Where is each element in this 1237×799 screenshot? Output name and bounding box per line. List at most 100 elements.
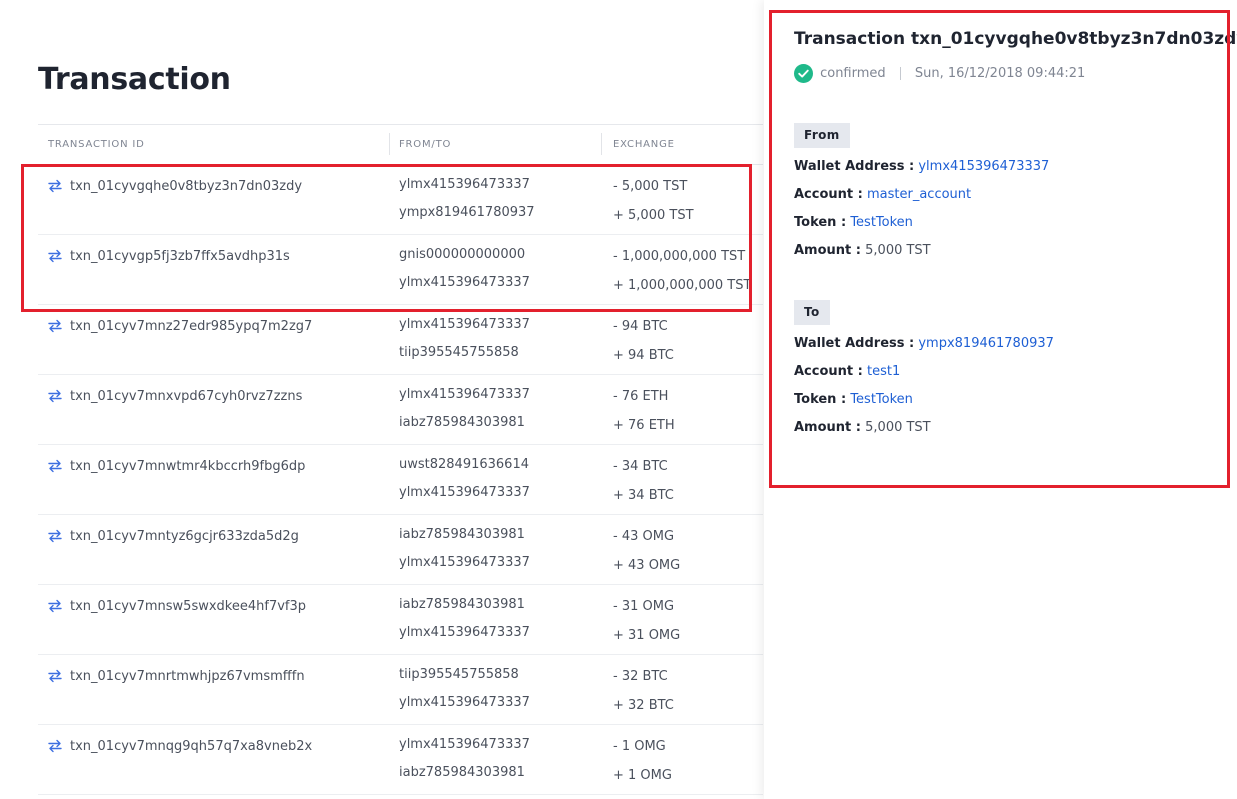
from-token-row: Token : TestToken — [794, 215, 913, 230]
from-address: ylmx415396473337 — [399, 317, 530, 332]
table-header: TRANSACTION ID FROM/TO EXCHANGE — [38, 124, 763, 165]
to-address: ylmx415396473337 — [399, 555, 530, 570]
status-row: confirmed Sun, 16/12/2018 09:44:21 — [794, 63, 1085, 83]
status-badge: confirmed — [820, 66, 886, 81]
from-address: ylmx415396473337 — [399, 737, 530, 752]
exchange-in-amount: + 1,000,000,000 TST — [613, 278, 752, 293]
exchange-out-amount: - 31 OMG — [613, 599, 675, 614]
transaction-id: txn_01cyv7mnwtmr4kbccrh9fbg6dp — [70, 459, 306, 474]
exchange-in-amount: + 1 OMG — [613, 768, 672, 783]
table-body: txn_01cyvgqhe0v8tbyz3n7dn03zdy ylmx415396… — [38, 165, 763, 795]
status-divider — [899, 67, 901, 80]
table-row[interactable]: txn_01cyv7mnsw5swxdkee4hf7vf3p iabz785984… — [38, 585, 763, 655]
to-address: iabz785984303981 — [399, 765, 525, 780]
transaction-id: txn_01cyv7mnxvpd67cyh0rvz7zzns — [70, 389, 303, 404]
column-header-transaction-id[interactable]: TRANSACTION ID — [48, 139, 145, 150]
transfer-arrows-icon — [48, 319, 62, 333]
detail-title: Transaction txn_01cyvgqhe0v8tbyz3n7dn03z… — [794, 29, 1237, 49]
from-wallet-row: Wallet Address : ylmx415396473337 — [794, 159, 1049, 174]
exchange-out-amount: - 1 OMG — [613, 739, 666, 754]
transaction-id: txn_01cyv7mnrtmwhjpz67vmsmfffn — [70, 669, 305, 684]
transfer-arrows-icon — [48, 529, 62, 543]
to-address: ylmx415396473337 — [399, 485, 530, 500]
to-account-row: Account : test1 — [794, 364, 900, 379]
exchange-in-amount: + 94 BTC — [613, 348, 674, 363]
to-wallet-link[interactable]: ympx819461780937 — [918, 336, 1054, 351]
from-address: tiip395545755858 — [399, 667, 519, 682]
table-row[interactable]: txn_01cyv7mnz27edr985ypq7m2zg7 ylmx415396… — [38, 305, 763, 375]
from-address: ylmx415396473337 — [399, 387, 530, 402]
from-token-link[interactable]: TestToken — [850, 215, 913, 230]
table-row[interactable]: txn_01cyv7mnqg9qh57q7xa8vneb2x ylmx415396… — [38, 725, 763, 795]
transfer-arrows-icon — [48, 179, 62, 193]
wallet-address-label: Wallet Address : — [794, 336, 915, 351]
token-label: Token : — [794, 215, 847, 230]
transaction-id: txn_01cyvgp5fj3zb7ffx5avdhp31s — [70, 249, 290, 264]
transaction-date: Sun, 16/12/2018 09:44:21 — [914, 66, 1086, 81]
to-address: ylmx415396473337 — [399, 625, 530, 640]
exchange-out-amount: - 94 BTC — [613, 319, 668, 334]
from-amount-row: Amount : 5,000 TST — [794, 243, 931, 258]
exchange-out-amount: - 32 BTC — [613, 669, 668, 684]
transfer-arrows-icon — [48, 249, 62, 263]
account-label: Account : — [794, 187, 863, 202]
exchange-in-amount: + 43 OMG — [613, 558, 681, 573]
exchange-in-amount: + 32 BTC — [613, 698, 674, 713]
to-address: ympx819461780937 — [399, 205, 535, 220]
transaction-detail-panel: Transaction txn_01cyvgqhe0v8tbyz3n7dn03z… — [764, 0, 1237, 799]
transfer-arrows-icon — [48, 669, 62, 683]
from-address: uwst828491636614 — [399, 457, 529, 472]
transfer-arrows-icon — [48, 599, 62, 613]
exchange-out-amount: - 5,000 TST — [613, 179, 688, 194]
transactions-table: TRANSACTION ID FROM/TO EXCHANGE txn_01cy… — [38, 124, 763, 795]
to-address: ylmx415396473337 — [399, 695, 530, 710]
column-header-exchange[interactable]: EXCHANGE — [613, 139, 675, 150]
exchange-out-amount: - 34 BTC — [613, 459, 668, 474]
token-label: Token : — [794, 392, 847, 407]
from-address: iabz785984303981 — [399, 527, 525, 542]
to-amount-value: 5,000 TST — [865, 420, 931, 435]
from-account-row: Account : master_account — [794, 187, 971, 202]
column-divider — [601, 133, 602, 155]
exchange-out-amount: - 43 OMG — [613, 529, 675, 544]
exchange-in-amount: + 5,000 TST — [613, 208, 694, 223]
from-wallet-link[interactable]: ylmx415396473337 — [918, 159, 1049, 174]
transfer-arrows-icon — [48, 459, 62, 473]
transaction-id: txn_01cyv7mnqg9qh57q7xa8vneb2x — [70, 739, 313, 754]
to-account-link[interactable]: test1 — [867, 364, 900, 379]
to-token-row: Token : TestToken — [794, 392, 913, 407]
exchange-out-amount: - 76 ETH — [613, 389, 669, 404]
table-row[interactable]: txn_01cyv7mnwtmr4kbccrh9fbg6dp uwst828491… — [38, 445, 763, 515]
transaction-id: txn_01cyv7mntyz6gcjr633zda5d2g — [70, 529, 299, 544]
check-circle-icon — [794, 64, 813, 83]
exchange-in-amount: + 76 ETH — [613, 418, 675, 433]
from-address: gnis000000000000 — [399, 247, 526, 262]
from-account-link[interactable]: master_account — [867, 187, 971, 202]
table-row[interactable]: txn_01cyv7mntyz6gcjr633zda5d2g iabz785984… — [38, 515, 763, 585]
from-section-tag: From — [794, 123, 850, 148]
transaction-id: txn_01cyvgqhe0v8tbyz3n7dn03zdy — [70, 179, 303, 194]
account-label: Account : — [794, 364, 863, 379]
amount-label: Amount : — [794, 243, 861, 258]
transfer-arrows-icon — [48, 389, 62, 403]
table-row[interactable]: txn_01cyv7mnxvpd67cyh0rvz7zzns ylmx415396… — [38, 375, 763, 445]
transaction-id: txn_01cyv7mnsw5swxdkee4hf7vf3p — [70, 599, 307, 614]
exchange-in-amount: + 31 OMG — [613, 628, 681, 643]
to-address: ylmx415396473337 — [399, 275, 530, 290]
to-address: iabz785984303981 — [399, 415, 525, 430]
column-header-from-to[interactable]: FROM/TO — [399, 139, 451, 150]
from-address: iabz785984303981 — [399, 597, 525, 612]
transaction-id: txn_01cyv7mnz27edr985ypq7m2zg7 — [70, 319, 313, 334]
exchange-in-amount: + 34 BTC — [613, 488, 674, 503]
to-amount-row: Amount : 5,000 TST — [794, 420, 931, 435]
table-row[interactable]: txn_01cyvgqhe0v8tbyz3n7dn03zdy ylmx415396… — [38, 165, 763, 235]
to-section-tag: To — [794, 300, 830, 325]
column-divider — [389, 133, 390, 155]
table-row[interactable]: txn_01cyv7mnrtmwhjpz67vmsmfffn tiip395545… — [38, 655, 763, 725]
amount-label: Amount : — [794, 420, 861, 435]
to-wallet-row: Wallet Address : ympx819461780937 — [794, 336, 1054, 351]
to-token-link[interactable]: TestToken — [850, 392, 913, 407]
page-title: Transaction — [38, 62, 231, 97]
table-row[interactable]: txn_01cyvgp5fj3zb7ffx5avdhp31s gnis000000… — [38, 235, 763, 305]
transfer-arrows-icon — [48, 739, 62, 753]
